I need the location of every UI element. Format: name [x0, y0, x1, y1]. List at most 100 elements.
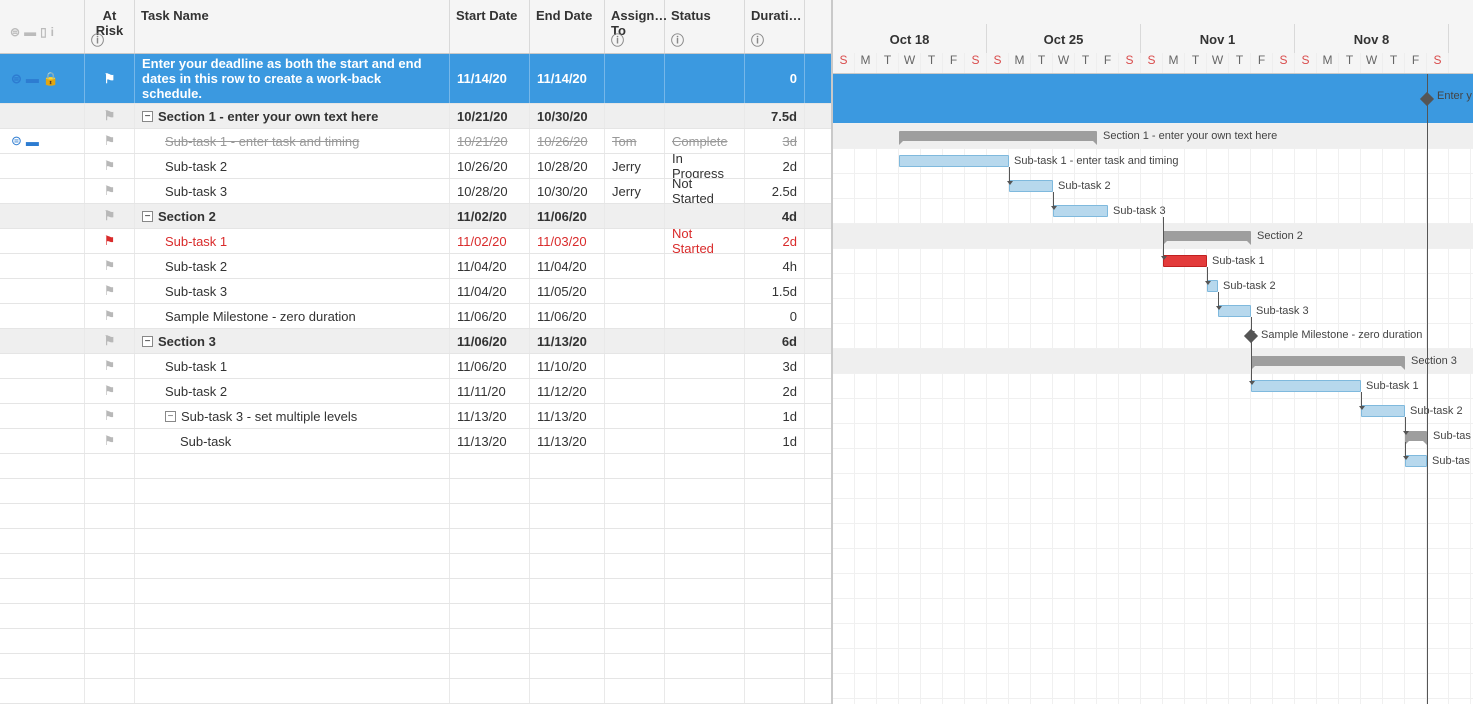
duration-cell[interactable]: 4d — [745, 204, 805, 228]
start-date-cell[interactable]: 11/11/20 — [450, 379, 530, 403]
end-date-cell[interactable]: 11/13/20 — [530, 329, 605, 353]
table-row-empty[interactable] — [0, 454, 831, 479]
end-date-cell[interactable]: 11/10/20 — [530, 354, 605, 378]
duration-cell[interactable]: 3d — [745, 354, 805, 378]
assigned-to-cell[interactable] — [605, 404, 665, 428]
start-date-cell[interactable]: 10/21/20 — [450, 104, 530, 128]
status-cell[interactable] — [665, 304, 745, 328]
collapse-toggle[interactable]: − — [142, 211, 153, 222]
task-cell[interactable]: Enter your deadline as both the start an… — [135, 54, 450, 103]
task-cell[interactable]: −Section 3 — [135, 329, 450, 353]
start-date-cell[interactable]: 11/04/20 — [450, 279, 530, 303]
gantt-row[interactable]: Sub-task 2 — [833, 399, 1473, 424]
attachment-icon[interactable]: ⊜ — [11, 133, 22, 149]
comment-icon[interactable]: ▬ — [26, 71, 39, 86]
gantt-bar[interactable]: Sub-task 1 - enter task and timing — [899, 155, 1009, 167]
flag-cell[interactable]: ⚑ — [85, 329, 135, 353]
end-date-cell[interactable]: 10/30/20 — [530, 104, 605, 128]
assigned-to-cell[interactable]: Jerry — [605, 154, 665, 178]
end-date-cell[interactable]: 11/13/20 — [530, 429, 605, 453]
start-date-cell[interactable]: 10/26/20 — [450, 154, 530, 178]
table-row[interactable]: ⚑Sub-task 111/02/2011/03/20Not Started2d — [0, 229, 831, 254]
flag-cell[interactable]: ⚑ — [85, 179, 135, 203]
table-row-empty[interactable] — [0, 579, 831, 604]
assigned-to-cell[interactable] — [605, 304, 665, 328]
status-cell[interactable] — [665, 204, 745, 228]
task-cell[interactable]: Sample Milestone - zero duration — [135, 304, 450, 328]
end-date-cell[interactable]: 11/03/20 — [530, 229, 605, 253]
task-cell[interactable]: Sub-task 1 - enter task and timing — [135, 129, 450, 153]
collapse-toggle[interactable]: − — [165, 411, 176, 422]
flag-cell[interactable]: ⚑ — [85, 379, 135, 403]
table-row[interactable]: ⚑−Section 311/06/2011/13/206d — [0, 329, 831, 354]
status-cell[interactable] — [665, 404, 745, 428]
flag-cell[interactable]: ⚑ — [85, 154, 135, 178]
task-cell[interactable]: Sub-task 2 — [135, 379, 450, 403]
assigned-to-cell[interactable] — [605, 229, 665, 253]
duration-cell[interactable]: 3d — [745, 129, 805, 153]
duration-cell[interactable]: 2d — [745, 379, 805, 403]
start-date-cell[interactable]: 10/21/20 — [450, 129, 530, 153]
end-date-cell[interactable]: 11/12/20 — [530, 379, 605, 403]
task-cell[interactable]: Sub-task 2 — [135, 254, 450, 278]
table-row[interactable]: ⚑−Section 1 - enter your own text here10… — [0, 104, 831, 129]
task-cell[interactable]: −Section 1 - enter your own text here — [135, 104, 450, 128]
start-date-cell[interactable]: 11/13/20 — [450, 429, 530, 453]
gantt-row[interactable]: Sub-task 1 — [833, 374, 1473, 399]
table-row-empty[interactable] — [0, 529, 831, 554]
attachment-icon[interactable]: ⊜ — [11, 71, 22, 87]
duration-cell[interactable]: 1d — [745, 429, 805, 453]
end-date-cell[interactable]: 11/13/20 — [530, 404, 605, 428]
end-date-cell[interactable]: 11/06/20 — [530, 304, 605, 328]
gantt-row[interactable]: Sub-task 2 — [833, 274, 1473, 299]
gantt-row[interactable]: Sub-task 1 - enter task and timing — [833, 149, 1473, 174]
flag-cell[interactable]: ⚑ — [85, 204, 135, 228]
end-date-cell[interactable]: 11/14/20 — [530, 54, 605, 103]
col-start-date[interactable]: Start Date — [450, 0, 530, 53]
gantt-row[interactable]: Section 2 — [833, 224, 1473, 249]
duration-cell[interactable]: 0 — [745, 304, 805, 328]
start-date-cell[interactable]: 11/14/20 — [450, 54, 530, 103]
table-row[interactable]: ⊜▬🔒⚑Enter your deadline as both the star… — [0, 54, 831, 104]
table-row-empty[interactable] — [0, 679, 831, 704]
assigned-to-cell[interactable] — [605, 354, 665, 378]
assigned-to-cell[interactable] — [605, 204, 665, 228]
table-row[interactable]: ⚑Sub-task 211/04/2011/04/204h — [0, 254, 831, 279]
table-row[interactable]: ⚑Sub-task 311/04/2011/05/201.5d — [0, 279, 831, 304]
gantt-bar[interactable]: Sub-task 3 — [1053, 205, 1108, 217]
comment-icon[interactable]: ▬ — [26, 134, 39, 149]
col-at-risk[interactable]: At Risk — [85, 0, 135, 53]
col-duration[interactable]: Durati… — [745, 0, 805, 53]
table-row-empty[interactable] — [0, 604, 831, 629]
task-cell[interactable]: Sub-task 3 — [135, 279, 450, 303]
duration-cell[interactable]: 2d — [745, 229, 805, 253]
start-date-cell[interactable]: 11/02/20 — [450, 204, 530, 228]
gantt-bar[interactable]: Section 1 - enter your own text here — [899, 131, 1097, 141]
flag-cell[interactable]: ⚑ — [85, 354, 135, 378]
status-cell[interactable] — [665, 354, 745, 378]
task-cell[interactable]: Sub-task 1 — [135, 229, 450, 253]
start-date-cell[interactable]: 11/06/20 — [450, 354, 530, 378]
table-row-empty[interactable] — [0, 479, 831, 504]
task-cell[interactable]: Sub-task 3 — [135, 179, 450, 203]
assigned-to-cell[interactable] — [605, 429, 665, 453]
flag-cell[interactable]: ⚑ — [85, 229, 135, 253]
gantt-row[interactable] — [833, 74, 1473, 124]
assigned-to-cell[interactable] — [605, 379, 665, 403]
gantt-bar[interactable]: Sub-task 3 — [1218, 305, 1251, 317]
assigned-to-cell[interactable] — [605, 104, 665, 128]
table-row[interactable]: ⚑Sub-task 211/11/2011/12/20 2d — [0, 379, 831, 404]
duration-cell[interactable]: 6d — [745, 329, 805, 353]
status-cell[interactable] — [665, 54, 745, 103]
assigned-to-cell[interactable] — [605, 54, 665, 103]
table-row[interactable]: ⚑Sub-task 310/28/2010/30/20JerryNot Star… — [0, 179, 831, 204]
assigned-to-cell[interactable]: Jerry — [605, 179, 665, 203]
status-cell[interactable]: In Progress — [665, 154, 745, 178]
duration-cell[interactable]: 2.5d — [745, 179, 805, 203]
gantt-bar[interactable]: Sub-task 1 — [1251, 380, 1361, 392]
duration-cell[interactable]: 4h — [745, 254, 805, 278]
flag-cell[interactable]: ⚑ — [85, 404, 135, 428]
collapse-toggle[interactable]: − — [142, 111, 153, 122]
gantt-row[interactable]: Sub-tas — [833, 449, 1473, 474]
duration-cell[interactable]: 1.5d — [745, 279, 805, 303]
